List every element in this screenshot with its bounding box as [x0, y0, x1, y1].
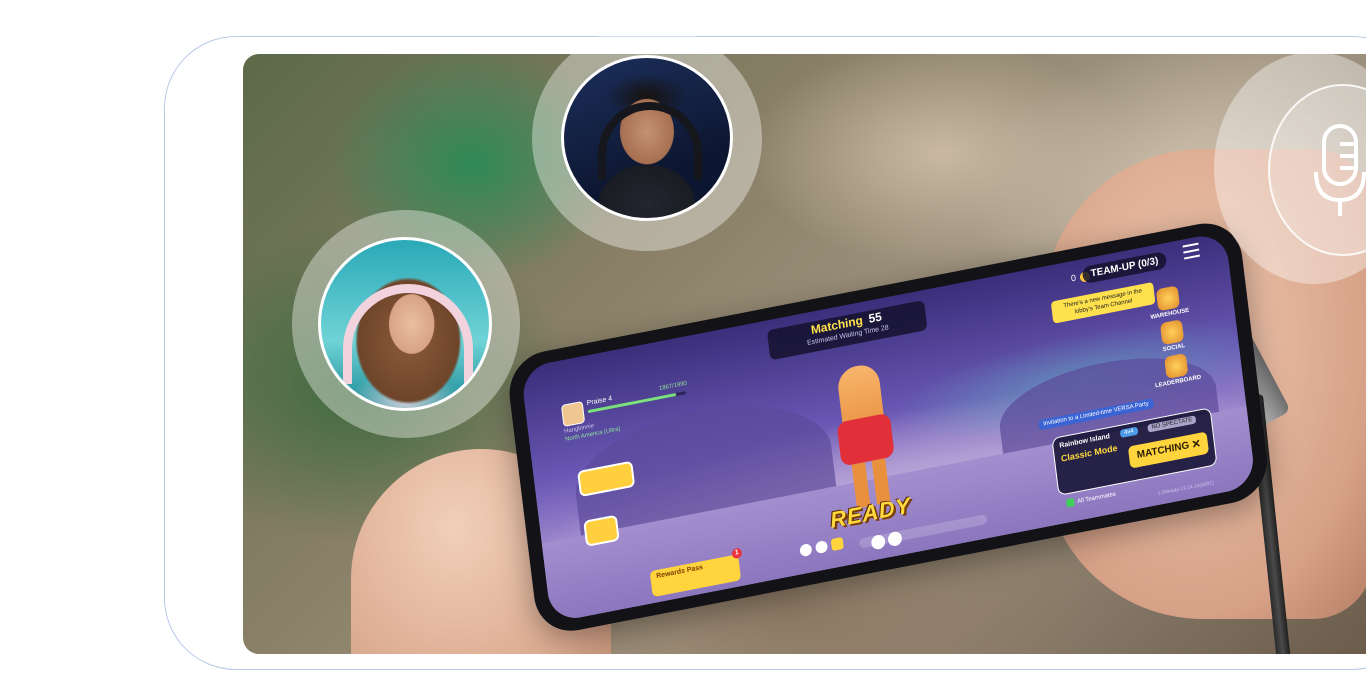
page: Matching 55 Estimated Waiting Time 28 0 T… — [0, 0, 1366, 690]
avatar — [560, 400, 586, 428]
character-shirt — [836, 412, 895, 467]
microphone-icon — [1314, 124, 1366, 216]
matching-button[interactable]: MATCHING ✕ — [1127, 431, 1210, 469]
warehouse-icon — [1155, 285, 1181, 312]
checkbox-icon — [1065, 498, 1075, 508]
female-gamer-portrait — [318, 237, 492, 411]
mode-tag: NO SPECTATE — [1147, 415, 1197, 433]
flag-icon[interactable] — [830, 536, 844, 552]
speaker-icon[interactable] — [814, 539, 829, 555]
voice-icon[interactable] — [799, 542, 813, 558]
sidebar-item-social[interactable]: SOCIAL — [1146, 317, 1199, 356]
mode-tag: 4v4 — [1119, 426, 1139, 438]
new-message-tooltip: There's a new message in the lobby's Tea… — [1050, 281, 1156, 324]
male-gamer-portrait — [561, 55, 733, 221]
headset-icon — [598, 102, 702, 180]
close-icon[interactable]: ✕ — [1190, 433, 1202, 457]
matching-status: Matching 55 Estimated Waiting Time 28 — [766, 299, 928, 361]
team-up-button[interactable]: TEAM-UP (0/3) — [1081, 251, 1168, 285]
player-level: 1867/1990 — [658, 380, 688, 393]
social-icon — [1159, 319, 1185, 346]
matching-button-label: MATCHING — [1136, 440, 1190, 462]
menu-icon[interactable] — [1182, 242, 1200, 260]
headset-icon — [343, 284, 473, 384]
trophy-icon — [1164, 353, 1189, 380]
